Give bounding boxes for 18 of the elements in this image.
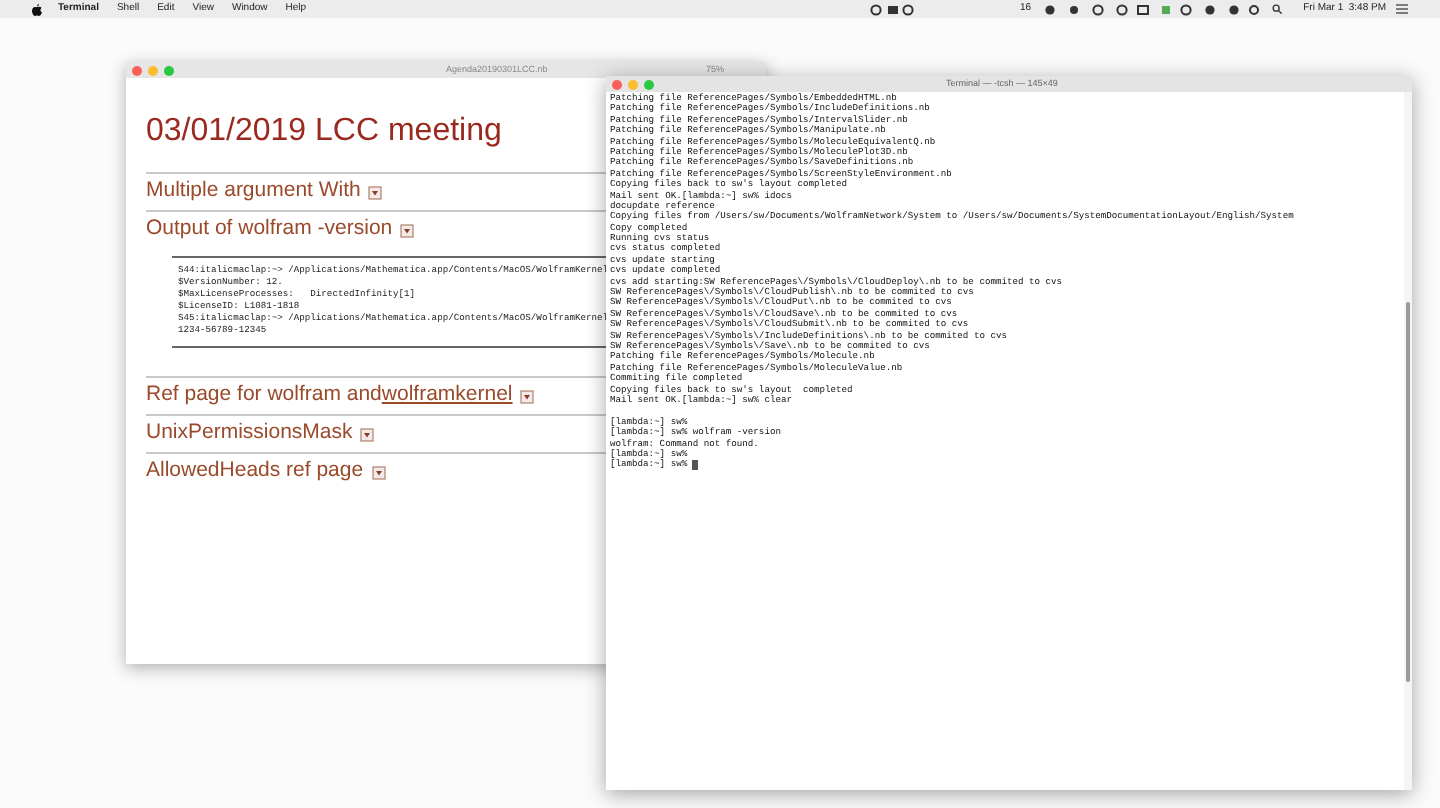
section-title: Multiple argument With <box>146 176 361 207</box>
toggle-icon[interactable] <box>520 389 535 403</box>
search-icon[interactable] <box>1271 4 1282 14</box>
menu-icon[interactable] <box>1396 4 1408 14</box>
toggle-icon[interactable] <box>400 223 415 237</box>
apple-logo-icon[interactable] <box>32 3 42 15</box>
tray-icons-drawing[interactable] <box>1041 3 1262 15</box>
toggle-icon[interactable] <box>368 185 383 199</box>
toggle-icon[interactable] <box>360 427 375 441</box>
toggle-icon[interactable] <box>371 465 386 479</box>
notebook-heading: 03/01/2019 LCC meeting <box>146 112 502 152</box>
section-title: AllowedHeads ref page <box>146 456 364 487</box>
scroll-bar[interactable] <box>1404 92 1412 790</box>
cursor-icon <box>691 460 698 471</box>
wolframkernel-link[interactable]: wolframkernel <box>381 380 513 412</box>
section-title: Ref page for wolfram and <box>146 380 382 411</box>
section-title: Output of wolfram -version <box>146 214 393 245</box>
section-title: UnixPermissionsMask <box>146 418 353 449</box>
